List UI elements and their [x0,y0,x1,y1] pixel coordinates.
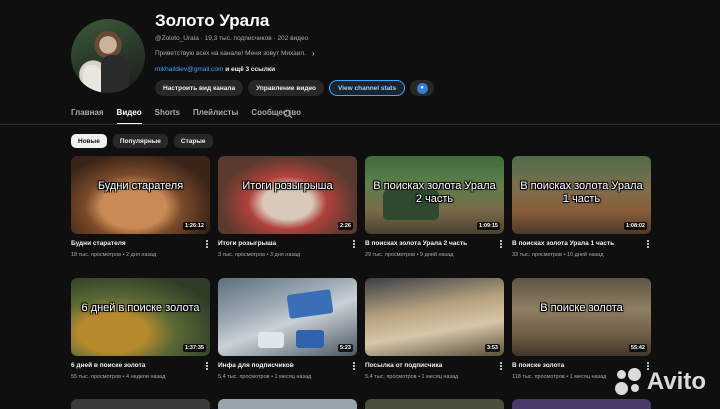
manage-videos-button[interactable]: Управление видео [248,80,325,96]
channel-description-text: Приветствую всех на канале! Меня зовут М… [155,50,307,57]
duration-badge: 3:53 [484,344,500,352]
more-vert-icon[interactable] [351,239,357,249]
more-links-link[interactable]: и ещё 3 ссылки [225,66,275,73]
tab-2[interactable]: Shorts [155,108,180,125]
video-thumbnail[interactable]: 3:53 [365,278,504,356]
video-card[interactable]: В поисках золота Урала 2 часть 1:09:15 В п… [365,156,504,268]
thumbnail-device [258,332,284,348]
video-thumbnail[interactable]: В поисках золота Урала 2 часть 1:09:15 [365,156,504,234]
video-meta: 18 тыс. просмотров • 2 дня назад [71,252,157,258]
sort-chips: Новые Популярные Старые [71,134,213,148]
sort-chip-2[interactable]: Старые [173,134,213,148]
analytics-icon: ● [416,82,428,94]
video-title[interactable]: Инфа для подписчиков [218,362,357,369]
video-thumbnail-partial[interactable] [218,399,357,409]
video-thumbnail-partial[interactable] [71,399,210,409]
duration-badge: 5:23 [337,344,353,352]
thumbnail-overlay-text: В поисках золота Урала 1 часть [520,180,643,205]
video-title[interactable]: 6 дней в поиске золота [71,362,210,369]
more-vert-icon[interactable] [498,239,504,249]
thumbnail-overlay-text: В поиске золота [540,302,623,314]
thumbnail-device [286,289,334,319]
video-card[interactable]: 5:23 Инфа для подписчиков 5,4 тыс. просмот… [218,278,357,390]
tab-0[interactable]: Главная [71,108,104,125]
tab-4[interactable]: Сообщество [251,108,301,125]
video-card[interactable]: Будни старателя 1:26:12 Будни старателя 18 … [71,156,210,268]
tab-divider [0,124,720,125]
video-meta: 5,4 тыс. просмотров • 1 месяц назад [218,374,312,380]
video-thumbnail[interactable]: В поиске золота 55:42 [512,278,651,356]
video-title[interactable]: В поисках золота Урала 1 часть [512,240,651,247]
thumbnail-overlay-text: Итоги розыгрыша [242,180,333,192]
duration-badge: 2:26 [337,222,353,230]
channel-links: mikhaildiev@gmail.com и ещё 3 ссылки [155,66,275,73]
thumbnail-overlay-text: 6 дней в поиске золота [81,302,200,314]
thumbnail-device [296,330,324,348]
thumbnail-overlay-text: Будни старателя [97,180,184,192]
tab-1[interactable]: Видео [116,108,142,125]
video-card[interactable]: Итоги розыгрыша 2:26 Итоги розыгрыша 3 тыс.… [218,156,357,268]
video-title[interactable]: Итоги розыгрыша [218,240,357,247]
channel-meta: @Zoloto_Urala · 19,3 тыс. подписчиков · … [155,35,309,42]
avito-watermark: Avito [614,368,706,396]
video-card[interactable]: 3:53 Посылка от подписчика 5,4 тыс. просмо… [365,278,504,390]
video-thumbnail[interactable]: Итоги розыгрыша 2:26 [218,156,357,234]
channel-title: Золото Урала [155,11,270,30]
more-vert-icon[interactable] [204,361,210,371]
analytics-button[interactable]: ● [410,80,435,96]
customize-channel-button[interactable]: Настроить вид канала [155,80,244,96]
video-thumbnail-partial[interactable] [512,399,651,409]
sort-chip-1[interactable]: Популярные [112,134,168,148]
video-thumbnail[interactable]: 6 дней в поиске золота 1:37:35 [71,278,210,356]
video-thumbnail[interactable]: 5:23 [218,278,357,356]
chevron-right-icon: › [312,49,315,58]
duration-badge: 1:37:35 [183,344,206,352]
view-channel-stats-button[interactable]: View channel stats [329,80,406,96]
video-title[interactable]: В поисках золота Урала 2 часть [365,240,504,247]
video-thumbnail-partial[interactable] [365,399,504,409]
more-vert-icon[interactable] [498,361,504,371]
search-icon[interactable] [283,109,293,119]
sort-chip-0[interactable]: Новые [71,134,107,148]
duration-badge: 1:09:15 [477,222,500,230]
avito-watermark-text: Avito [646,368,706,395]
video-meta: 3 тыс. просмотров • 3 дня назад [218,252,301,258]
video-thumbnail[interactable]: В поисках золота Урала 1 часть 1:08:02 [512,156,651,234]
channel-actions: Настроить вид канала Управление видео Vi… [155,80,435,96]
channel-avatar[interactable] [71,19,145,93]
more-vert-icon[interactable] [204,239,210,249]
more-vert-icon[interactable] [351,361,357,371]
next-row-thumbnails [71,399,651,409]
video-grid: Будни старателя 1:26:12 Будни старателя 18 … [71,156,651,390]
avatar-child-figure [83,65,101,93]
video-card[interactable]: 6 дней в поиске золота 1:37:35 6 дней в по… [71,278,210,390]
duration-badge: 55:42 [628,344,647,352]
video-meta: 33 тыс. просмотров • 10 дней назад [512,252,604,258]
video-card[interactable]: В поисках золота Урала 1 часть 1:08:02 В п… [512,156,651,268]
video-thumbnail[interactable]: Будни старателя 1:26:12 [71,156,210,234]
more-vert-icon[interactable] [645,239,651,249]
tab-3[interactable]: Плейлисты [193,108,238,125]
video-meta: 5,4 тыс. просмотров • 1 месяц назад [365,374,459,380]
channel-description[interactable]: Приветствую всех на канале! Меня зовут М… [155,49,315,58]
channel-tabs: Главная Видео Shorts Плейлисты Сообщество [71,108,301,125]
thumbnail-overlay-text: В поисках золота Урала 2 часть [373,180,496,205]
video-meta: 29 тыс. просмотров • 9 дней назад [365,252,454,258]
video-title[interactable]: Будни старателя [71,240,210,247]
avito-logo-icon [614,368,643,396]
video-title[interactable]: Посылка от подписчика [365,362,504,369]
video-meta: 55 тыс. просмотров • 4 недели назад [71,374,166,380]
avatar-man-figure [101,55,129,93]
duration-badge: 1:26:12 [183,222,206,230]
channel-email-link[interactable]: mikhaildiev@gmail.com [155,66,223,73]
duration-badge: 1:08:02 [624,222,647,230]
